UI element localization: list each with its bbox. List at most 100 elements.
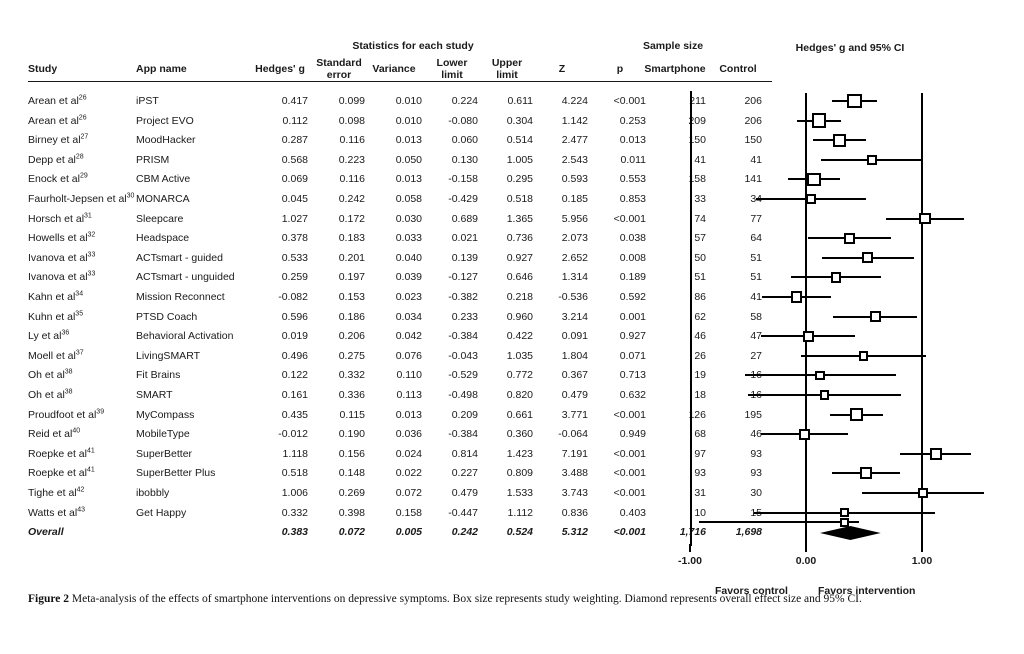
- table-cell-upper: 0.772: [506, 369, 533, 382]
- table-cell-z: 7.191: [561, 447, 588, 460]
- table-cell-p: 0.001: [619, 310, 646, 323]
- table-cell-upper: 0.611: [507, 95, 534, 107]
- table-cell-g: 0.332: [281, 506, 308, 519]
- table-cell-lower: 0.479: [451, 487, 478, 499]
- table-cell-g: 0.417: [281, 95, 308, 107]
- table-cell-upper: 0.518: [506, 193, 533, 205]
- table-cell-var: 0.072: [395, 487, 422, 499]
- table-row-app-name: SuperBetter: [136, 447, 193, 460]
- table-cell-var: 0.023: [395, 291, 422, 303]
- table-cell-var: 0.033: [395, 232, 422, 245]
- axis-tick-label: 0.00: [795, 554, 817, 567]
- table-cell-z: 0.367: [561, 369, 588, 382]
- figure-caption-text: Meta-analysis of the effects of smartpho…: [71, 593, 862, 605]
- table-row-study: Reid et al40: [28, 427, 81, 441]
- table-cell-upper: 0.927: [506, 251, 533, 264]
- column-header-var: Variance: [372, 63, 416, 75]
- effect-size-box: [830, 271, 842, 283]
- table-row-app-name: SuperBetter Plus: [136, 467, 216, 480]
- table-cell-g: 1.118: [282, 447, 309, 460]
- table-row-study: Kuhn et al35: [28, 310, 84, 323]
- effect-size-box: [844, 232, 856, 244]
- table-cell-se: 0.148: [338, 467, 365, 480]
- table-cell-z: 3.488: [561, 467, 588, 480]
- table-cell-lower: 0.233: [451, 310, 478, 323]
- table-cell-var: 0.013: [395, 173, 422, 186]
- axis-tick: [805, 543, 807, 552]
- table-cell-g: 0.161: [281, 389, 308, 401]
- table-cell-p: <0.001: [613, 487, 646, 499]
- table-cell-p: 0.927: [619, 330, 646, 343]
- effect-size-box: [811, 113, 827, 128]
- effect-size-box: [815, 370, 825, 381]
- table-cell-se: 0.398: [338, 506, 365, 519]
- table-cell-g: 0.019: [281, 330, 308, 343]
- column-header-upper: Upper limit: [491, 57, 523, 81]
- table-cell-upper: 0.646: [506, 271, 533, 284]
- table-cell-se: 0.190: [338, 428, 365, 441]
- table-row-app-name: Get Happy: [136, 506, 187, 519]
- table-cell-upper: 0.820: [506, 389, 533, 401]
- table-cell-lower: -0.498: [448, 389, 478, 401]
- table-cell-p: 0.713: [619, 369, 646, 382]
- table-row-app-name: Headspace: [136, 232, 190, 245]
- table-cell-g: 0.383: [281, 526, 308, 539]
- table-cell-se: 0.223: [338, 153, 365, 166]
- table-cell-p: 0.038: [619, 232, 646, 245]
- column-header-p: p: [616, 63, 624, 75]
- column-header-z: Z: [558, 63, 566, 75]
- table-cell-z: 3.214: [561, 310, 588, 323]
- effect-size-box: [806, 193, 817, 205]
- table-row-app-name: ACTsmart - guided: [136, 251, 223, 264]
- table-cell-upper: 0.524: [506, 526, 533, 539]
- table-cell-lower: 0.227: [451, 467, 478, 480]
- table-cell-z: 3.771: [561, 408, 588, 421]
- effect-size-box: [929, 447, 942, 460]
- table-cell-se: 0.206: [338, 330, 365, 343]
- table-cell-se: 0.153: [338, 291, 365, 303]
- table-cell-z: 0.091: [561, 330, 588, 343]
- table-cell-upper: 0.295: [506, 173, 533, 186]
- forest-plot-title: Hedges' g and 95% CI: [795, 42, 905, 54]
- effect-size-box: [866, 154, 878, 165]
- table-cell-z: 2.543: [561, 153, 588, 166]
- table-row-app-name: PRISM: [136, 153, 170, 166]
- table-row-study: Ivanova et al33: [28, 270, 96, 284]
- table-cell-lower: -0.080: [448, 114, 478, 127]
- table-cell-upper: 0.809: [506, 467, 533, 480]
- table-row-study: Oh et al38: [28, 368, 73, 382]
- table-cell-lower: 0.060: [451, 134, 478, 147]
- effect-size-box: [919, 212, 931, 225]
- table-cell-p: 0.013: [619, 134, 646, 147]
- table-cell-g: 0.596: [281, 310, 308, 323]
- table-cell-var: 0.022: [395, 467, 422, 480]
- table-cell-se: 0.201: [338, 251, 365, 264]
- table-row-study: Faurholt-Jepsen et al30: [28, 192, 135, 206]
- table-cell-g: 0.287: [281, 134, 308, 147]
- forest-plot: Hedges' g and 95% CI -1.00 0.00 1.00 Favors…: [678, 40, 1024, 597]
- table-row-app-name: CBM Active: [136, 173, 191, 186]
- effect-size-box: [849, 407, 864, 422]
- table-cell-se: 0.186: [338, 310, 365, 323]
- table-cell-z: 5.312: [561, 526, 588, 539]
- table-cell-var: 0.158: [395, 506, 422, 519]
- axis-tick: [921, 543, 923, 552]
- table-cell-var: 0.113: [396, 389, 423, 401]
- table-row-app-name: Sleepcare: [136, 212, 184, 225]
- table-row-study: Arean et al26: [28, 114, 87, 127]
- effect-size-box: [858, 350, 869, 361]
- table-row-app-name: MONARCA: [136, 193, 190, 205]
- table-cell-g: 0.045: [281, 193, 308, 205]
- table-cell-g: -0.012: [278, 428, 308, 441]
- table-cell-g: 0.259: [281, 271, 308, 284]
- table-cell-p: <0.001: [613, 467, 646, 480]
- table-cell-z: 4.224: [561, 95, 588, 107]
- table-cell-z: 0.593: [561, 173, 588, 186]
- table-cell-var: 0.013: [395, 134, 422, 147]
- table-row-study: Arean et al26: [28, 94, 87, 108]
- table-cell-upper: 1.423: [506, 447, 533, 460]
- table-row-study: Birney et al27: [28, 133, 89, 147]
- table-cell-p: 0.253: [619, 114, 646, 127]
- table-cell-p: 0.011: [620, 153, 647, 166]
- table-cell-lower: -0.447: [448, 506, 478, 519]
